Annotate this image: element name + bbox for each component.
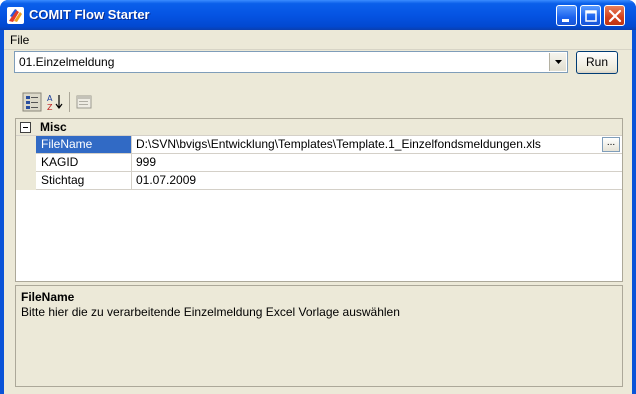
- property-grid: Misc FileName D:\SVN\bvigs\Entwicklung\T…: [15, 118, 623, 282]
- client-area: File 01.Einzelmeldung Run A Z Misc FileN…: [4, 30, 632, 394]
- run-button[interactable]: Run: [576, 51, 618, 74]
- property-pages-button[interactable]: [74, 92, 94, 112]
- title-bar[interactable]: COMIT Flow Starter: [0, 0, 636, 30]
- property-row-kagid[interactable]: KAGID 999: [16, 154, 622, 172]
- row-gutter: [16, 154, 36, 172]
- row-gutter: [16, 172, 36, 190]
- dropdown-button[interactable]: [549, 53, 566, 71]
- collapse-icon[interactable]: [20, 122, 31, 133]
- category-label: Misc: [40, 120, 67, 134]
- sort-alphabetical-button[interactable]: A Z: [45, 92, 65, 112]
- property-row-filename[interactable]: FileName D:\SVN\bvigs\Entwicklung\Templa…: [16, 136, 622, 154]
- toolbar-separator: [69, 92, 70, 112]
- description-title: FileName: [21, 290, 75, 304]
- category-row-misc[interactable]: Misc: [16, 119, 622, 136]
- property-value[interactable]: 999: [132, 154, 622, 172]
- svg-text:Z: Z: [47, 103, 53, 112]
- property-value-text: D:\SVN\bvigs\Entwicklung\Templates\Templ…: [136, 137, 541, 151]
- window-title: COMIT Flow Starter: [29, 7, 150, 22]
- menu-bar: File: [4, 30, 632, 50]
- categorized-view-button[interactable]: [22, 92, 42, 112]
- categorized-view-icon: [22, 92, 42, 112]
- minimize-icon: [562, 19, 569, 22]
- description-text: Bitte hier die zu verarbeitende Einzelme…: [21, 305, 400, 319]
- maximize-icon: [585, 10, 597, 22]
- property-name[interactable]: FileName: [36, 136, 132, 154]
- flow-selector-value: 01.Einzelmeldung: [19, 55, 115, 69]
- property-pages-icon: [76, 95, 92, 109]
- maximize-button[interactable]: [580, 5, 601, 26]
- minimize-button[interactable]: [556, 5, 577, 26]
- sort-alphabetical-icon: A Z: [47, 94, 63, 112]
- flow-selector-combo[interactable]: 01.Einzelmeldung: [14, 51, 568, 73]
- property-name[interactable]: KAGID: [36, 154, 132, 172]
- close-icon: [608, 9, 622, 23]
- property-name[interactable]: Stichtag: [36, 172, 132, 190]
- description-panel: FileName Bitte hier die zu verarbeitende…: [15, 285, 623, 387]
- property-row-stichtag[interactable]: Stichtag 01.07.2009: [16, 172, 622, 190]
- close-button[interactable]: [604, 5, 625, 26]
- row-gutter: [16, 136, 36, 154]
- menu-file[interactable]: File: [6, 32, 33, 48]
- comit-app-icon[interactable]: [7, 7, 24, 24]
- browse-button[interactable]: ...: [602, 137, 620, 152]
- property-value[interactable]: D:\SVN\bvigs\Entwicklung\Templates\Templ…: [132, 136, 622, 154]
- chevron-down-icon: [555, 60, 562, 64]
- app-window: COMIT Flow Starter File 01.Einzelmeldung: [0, 0, 636, 394]
- property-value[interactable]: 01.07.2009: [132, 172, 622, 190]
- svg-text:A: A: [47, 94, 53, 103]
